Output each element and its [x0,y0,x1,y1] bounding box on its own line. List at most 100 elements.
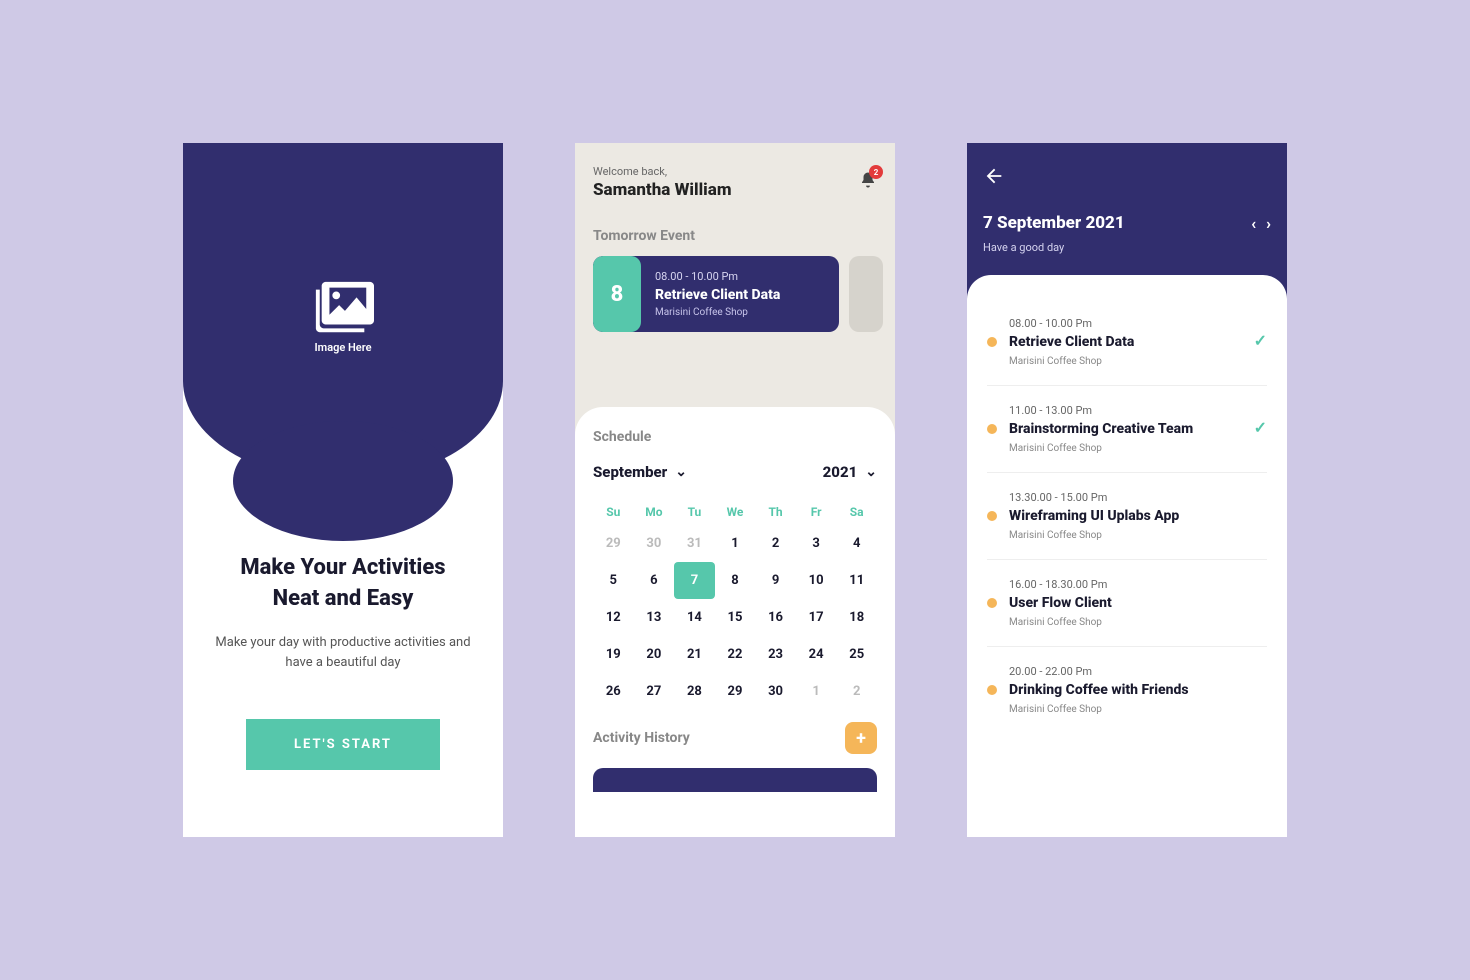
hero-arc: Image Here [183,143,503,481]
activity-history-peek[interactable] [593,768,877,792]
calendar-day[interactable]: 9 [755,562,796,599]
calendar-dow: Fr [796,499,837,525]
agenda-dot-icon [987,511,997,521]
agenda-item[interactable]: 16.00 - 18.30.00 PmUser Flow ClientMaris… [987,560,1267,647]
calendar-dow: Su [593,499,634,525]
calendar-day[interactable]: 29 [593,525,634,562]
calendar-day[interactable]: 4 [836,525,877,562]
agenda-dot-icon [987,424,997,434]
lets-start-button[interactable]: LET'S START [246,719,440,770]
calendar-day[interactable]: 13 [634,599,675,636]
agenda-location: Marisini Coffee Shop [1009,704,1267,715]
calendar-day[interactable]: 22 [715,636,756,673]
activity-history-label: Activity History [593,730,690,746]
event-card-peek[interactable] [849,256,883,332]
agenda-item[interactable]: 11.00 - 13.00 Pm Brainstorming Creative T… [987,386,1267,473]
calendar-day[interactable]: 19 [593,636,634,673]
agenda-location: Marisini Coffee Shop [1009,530,1267,541]
welcome-text: Welcome back, [593,165,877,178]
back-button[interactable] [983,165,1271,191]
calendar-day[interactable]: 21 [674,636,715,673]
agenda-panel: 08.00 - 10.00 Pm Retrieve Client Data Mari… [967,275,1287,837]
agenda-location: Marisini Coffee Shop [1009,443,1267,454]
agenda-time: 13.30.00 - 15.00 Pm [1009,491,1267,504]
agenda-dot-icon [987,598,997,608]
calendar-day[interactable]: 18 [836,599,877,636]
tomorrow-event-label: Tomorrow Event [593,228,877,244]
agenda-time: 20.00 - 22.00 Pm [1009,665,1267,678]
calendar-day[interactable]: 27 [634,673,675,710]
calendar-day[interactable]: 2 [755,525,796,562]
calendar-day[interactable]: 30 [634,525,675,562]
calendar-day[interactable]: 14 [674,599,715,636]
calendar-day[interactable]: 20 [634,636,675,673]
calendar-day[interactable]: 1 [796,673,837,710]
calendar-day[interactable]: 8 [715,562,756,599]
image-placeholder-icon [312,281,374,333]
calendar-day[interactable]: 1 [715,525,756,562]
agenda-title: User Flow Client [1009,595,1267,611]
agenda-title: Drinking Coffee with Friends [1009,682,1267,698]
calendar-dow: We [715,499,756,525]
calendar-day[interactable]: 16 [755,599,796,636]
username: Samantha William [593,180,877,200]
event-day-number: 8 [593,256,641,332]
calendar-day[interactable]: 5 [593,562,634,599]
calendar-day[interactable]: 6 [634,562,675,599]
calendar-day[interactable]: 2 [836,673,877,710]
check-icon: ✓ [1254,331,1267,350]
calendar-day[interactable]: 12 [593,599,634,636]
schedule-panel: Schedule September ⌄ 2021 ⌄ SuMoTuWeThFr… [575,407,895,837]
agenda-time: 08.00 - 10.00 Pm [1009,317,1267,330]
next-day-button[interactable]: › [1266,214,1271,233]
calendar-grid: SuMoTuWeThFrSa29303112345678910111213141… [593,499,877,710]
calendar-day[interactable]: 31 [674,525,715,562]
calendar-day[interactable]: 3 [796,525,837,562]
agenda-time: 11.00 - 13.00 Pm [1009,404,1267,417]
agenda-dot-icon [987,685,997,695]
onboarding-subtitle: Make your day with productive activities… [211,633,475,675]
event-title: Retrieve Client Data [655,287,780,303]
calendar-day[interactable]: 15 [715,599,756,636]
agenda-dot-icon [987,337,997,347]
home-screen: Welcome back, Samantha William 2 Tomorro… [575,143,895,837]
chevron-down-icon: ⌄ [675,464,687,480]
calendar-day[interactable]: 28 [674,673,715,710]
agenda-item[interactable]: 20.00 - 22.00 Pm Drinking Coffee with Fri… [987,647,1267,733]
calendar-day[interactable]: 25 [836,636,877,673]
agenda-item[interactable]: 13.30.00 - 15.00 Pm Wireframing UI Uplabs… [987,473,1267,560]
image-placeholder-label: Image Here [312,341,374,354]
greeting-text: Have a good day [983,241,1271,254]
current-date: 7 September 2021 [983,213,1125,233]
agenda-item[interactable]: 08.00 - 10.00 Pm Retrieve Client Data Mari… [987,299,1267,386]
calendar-day[interactable]: 29 [715,673,756,710]
agenda-title: Wireframing UI Uplabs App [1009,508,1267,524]
agenda-title: Brainstorming Creative Team [1009,421,1267,437]
agenda-location: Marisini Coffee Shop [1009,356,1267,367]
calendar-dow: Th [755,499,796,525]
calendar-day[interactable]: 30 [755,673,796,710]
onboarding-screen: Image Here Make Your Activities Neat and… [183,143,503,837]
calendar-dow: Tu [674,499,715,525]
event-time: 08.00 - 10.00 Pm [655,270,780,283]
calendar-day[interactable]: 26 [593,673,634,710]
event-card[interactable]: 8 08.00 - 10.00 Pm Retrieve Client Data … [593,256,839,332]
prev-day-button[interactable]: ‹ [1251,214,1256,233]
onboarding-title: Make Your Activities Neat and Easy [211,553,475,615]
calendar-day[interactable]: 17 [796,599,837,636]
calendar-day[interactable]: 11 [836,562,877,599]
notification-badge: 2 [869,165,883,179]
agenda-title: Retrieve Client Data [1009,334,1267,350]
calendar-dow: Mo [634,499,675,525]
calendar-day[interactable]: 7 [674,562,715,599]
calendar-day[interactable]: 10 [796,562,837,599]
add-activity-button[interactable]: + [845,722,877,754]
year-selector[interactable]: 2021 ⌄ [823,463,877,481]
check-icon: ✓ [1254,418,1267,437]
notification-bell-icon[interactable]: 2 [859,171,877,193]
calendar-day[interactable]: 23 [755,636,796,673]
schedule-label: Schedule [593,429,877,445]
month-selector[interactable]: September ⌄ [593,463,687,481]
calendar-day[interactable]: 24 [796,636,837,673]
calendar-dow: Sa [836,499,877,525]
